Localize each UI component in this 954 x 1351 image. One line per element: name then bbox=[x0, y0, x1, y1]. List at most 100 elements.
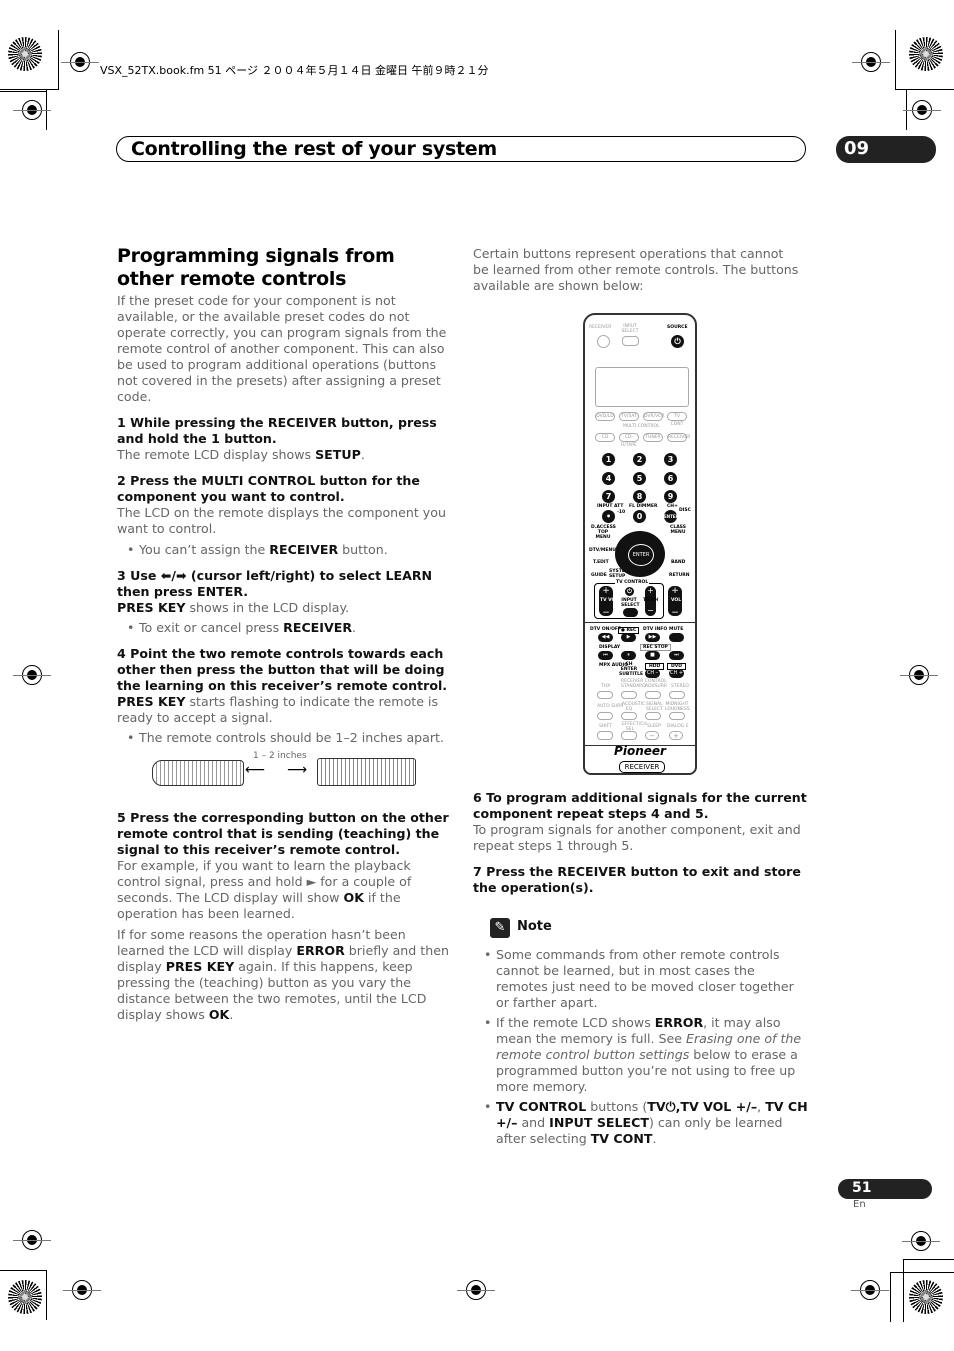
remote-label: AUTO SURR bbox=[597, 704, 624, 709]
remote-label: GUIDE bbox=[591, 573, 607, 578]
digit-button: 8 bbox=[633, 490, 646, 503]
note-list: Some commands from other remote controls… bbox=[474, 943, 809, 1147]
receiver-control-button bbox=[621, 712, 637, 720]
remote-label-receiver: RECEIVER bbox=[589, 325, 612, 330]
registration-mark bbox=[13, 665, 51, 685]
registration-starburst-top-left bbox=[8, 37, 42, 71]
file-header: VSX_52TX.book.fm 51 ページ ２００４年５月１４日 金曜日 午… bbox=[100, 64, 489, 77]
note-bullet: If the remote LCD shows ERROR, it may al… bbox=[474, 1015, 809, 1095]
note-bullet: Some commands from other remote controls… bbox=[474, 947, 809, 1011]
chapter-number-badge: 09 bbox=[836, 136, 936, 163]
digit-button: 6 bbox=[664, 472, 677, 485]
input-select-button bbox=[622, 336, 639, 346]
input-select-tv-button bbox=[623, 608, 638, 617]
digit-button: 7 bbox=[602, 490, 615, 503]
receiver-model-label: RECEIVER bbox=[619, 761, 665, 773]
remote-label: RETURN bbox=[669, 573, 690, 578]
receiver-control-button bbox=[621, 691, 637, 699]
remote-label: TV CH bbox=[643, 598, 659, 603]
learnable-buttons-intro: Certain buttons represent operations tha… bbox=[473, 246, 799, 293]
source-power-button: ⏻ bbox=[671, 335, 684, 348]
registration-mark bbox=[63, 1280, 101, 1300]
intro-paragraph: If the preset code for your component is… bbox=[117, 293, 447, 404]
remote-label: ADVSURR bbox=[645, 684, 667, 689]
crop-mark bbox=[890, 1272, 891, 1322]
registration-mark bbox=[852, 52, 890, 72]
teaching-remote-image bbox=[152, 760, 244, 786]
arrow-right-icon: ⟶ bbox=[287, 762, 308, 778]
digit-button: 2 bbox=[633, 453, 646, 466]
remote-label: MIDNIGHT LOUDNESS bbox=[665, 702, 690, 712]
remote-label: SIGNAL SELECT bbox=[646, 702, 663, 712]
digit-button: 3 bbox=[664, 453, 677, 466]
crop-mark bbox=[903, 1259, 904, 1322]
stop-button: ■ bbox=[645, 651, 660, 660]
remote-label: CLASS MENU bbox=[670, 525, 686, 535]
step-5-title: 5 Press the corresponding button on the … bbox=[117, 810, 449, 857]
remote-label: CH+ bbox=[667, 504, 678, 509]
multi-control-button: DVR/VCR bbox=[643, 412, 665, 421]
remote-label: BAND bbox=[671, 560, 686, 565]
remote-control-diagram: RECEIVER INPUT SELECT SOURCE ⏻ DVD/LD TV… bbox=[583, 313, 697, 775]
chapter-number: 09 bbox=[844, 138, 870, 159]
step-3-body: PRES KEY shows in the LCD display. bbox=[117, 600, 350, 615]
remote-label-input-select: INPUT SELECT bbox=[621, 324, 639, 334]
remote-label: DIALOG E bbox=[667, 724, 689, 729]
crop-mark bbox=[0, 91, 46, 92]
receiver-control-button bbox=[669, 691, 685, 699]
chapter-title: Controlling the rest of your system bbox=[131, 138, 497, 160]
registration-mark bbox=[13, 1230, 51, 1250]
multi-control-button: RECEIVER bbox=[667, 433, 691, 442]
remote-label: DISC bbox=[679, 508, 691, 513]
remote-label: STEREO bbox=[671, 684, 689, 689]
crop-mark bbox=[0, 89, 58, 90]
ch-minus-button: CH – bbox=[645, 669, 660, 678]
registration-mark bbox=[61, 52, 99, 72]
enter-button: ENTER bbox=[628, 544, 654, 566]
remote-label: ACOUSTIC EQ bbox=[622, 702, 646, 712]
right-column-intro: Certain buttons represent operations tha… bbox=[473, 246, 803, 299]
step-6-body: To program signals for another component… bbox=[473, 822, 801, 853]
digit-button: 0 bbox=[633, 510, 646, 523]
play-button: ▶ bbox=[621, 633, 636, 642]
receiver-control-button bbox=[597, 712, 613, 720]
remote-label: TV VOL bbox=[600, 598, 619, 603]
left-column: Programming signals from other remote co… bbox=[117, 245, 452, 1028]
remote-label: DTV/MENU bbox=[589, 548, 616, 553]
note-title: Note bbox=[517, 919, 552, 934]
step-2-body: The LCD on the remote displays the compo… bbox=[117, 505, 446, 536]
learning-remote-image bbox=[317, 758, 416, 786]
step-3-title: 3 Use ⬅/➡ (cursor left/right) to select … bbox=[117, 568, 433, 599]
tv-control-label: TV CONTROL bbox=[615, 580, 650, 585]
section-heading: Programming signals from other remote co… bbox=[117, 245, 395, 290]
multi-control-button: CD bbox=[595, 433, 615, 442]
effect-ch-sel-button bbox=[621, 731, 637, 740]
plus-button: + bbox=[669, 731, 683, 740]
receiver-control-button bbox=[645, 712, 661, 720]
multi-control-button: TV CONT bbox=[667, 412, 687, 427]
multi-control-button: TV/SAT bbox=[619, 412, 639, 421]
remote-label-source: SOURCE bbox=[667, 325, 688, 330]
step-4-bullet: The remote controls should be 1–2 inches… bbox=[117, 730, 452, 746]
multi-control-label: MULTI CONTROL bbox=[623, 424, 660, 429]
rewind-button: ◀◀ bbox=[598, 633, 613, 642]
digit-button: 9 bbox=[664, 490, 677, 503]
step-6-title: 6 To program additional signals for the … bbox=[473, 790, 807, 821]
remote-label: DTV ON/OFF bbox=[590, 627, 622, 632]
registration-mark bbox=[903, 100, 941, 120]
step-1-body: The remote LCD display shows SETUP. bbox=[117, 447, 365, 462]
step-2-bullet: You can’t assign the RECEIVER button. bbox=[117, 542, 452, 558]
receiver-control-button bbox=[597, 691, 613, 699]
crop-mark bbox=[0, 1270, 46, 1271]
registration-mark bbox=[851, 1280, 889, 1300]
multi-control-button: CD-R/TAPE bbox=[619, 433, 639, 448]
step-2-title: 2 Press the MULTI CONTROL button for the… bbox=[117, 473, 420, 504]
receiver-control-button bbox=[669, 712, 685, 720]
digit-button: 5 bbox=[633, 472, 646, 485]
arrow-left-icon: ⟵ bbox=[245, 762, 266, 778]
registration-starburst-bottom-left bbox=[8, 1280, 42, 1314]
pioneer-logo: Pioneer bbox=[614, 744, 666, 758]
remote-label: DISPLAY bbox=[599, 645, 621, 650]
pause-button: ⏸ bbox=[621, 651, 636, 660]
registration-starburst-bottom-right bbox=[909, 1280, 943, 1314]
